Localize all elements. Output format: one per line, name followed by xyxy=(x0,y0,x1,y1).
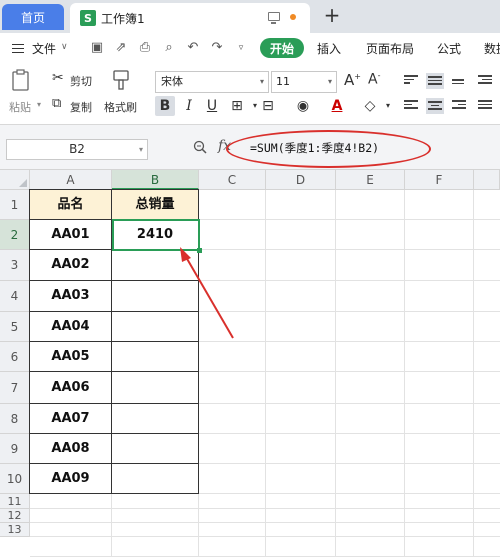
sheet-grid: ABCDEF 1 2 3 4 5 6 7 8 9 10 11 12 13 品名 总销量 AA01 2410 AA… xyxy=(0,170,500,557)
justify-icon[interactable] xyxy=(478,100,492,111)
chevron-down-icon[interactable]: ∨ xyxy=(61,42,68,52)
annotation-ellipse xyxy=(226,130,431,168)
border-icon[interactable]: ⊞ xyxy=(227,96,247,116)
align-right-icon[interactable] xyxy=(452,100,466,111)
print-icon[interactable]: ⎙ xyxy=(138,41,152,55)
undo-icon[interactable]: ↶ xyxy=(186,41,200,55)
underline-button[interactable]: U xyxy=(202,96,222,116)
copy-button[interactable]: 复制 xyxy=(70,99,92,115)
decrease-font-icon[interactable]: A- xyxy=(368,71,380,88)
add-tab-button[interactable]: + xyxy=(320,4,344,28)
paste-dropdown-icon[interactable]: ▾ xyxy=(37,100,41,109)
fill-color-icon[interactable]: ◉ xyxy=(293,96,313,116)
chevron-down-icon: ▾ xyxy=(138,145,143,154)
name-box[interactable]: B2 ▾ xyxy=(6,139,148,160)
zoom-icon[interactable] xyxy=(193,140,207,154)
align-top-icon[interactable] xyxy=(404,75,418,86)
copy-icon[interactable]: ⧉ xyxy=(52,96,61,111)
paste-icon[interactable] xyxy=(10,68,32,92)
menu-formula[interactable]: 公式 xyxy=(437,40,461,57)
more-quick-access-icon[interactable]: ▿ xyxy=(234,41,248,55)
cut-button[interactable]: 剪切 xyxy=(70,73,92,89)
save-icon[interactable]: ▣ xyxy=(90,41,104,55)
font-size-select[interactable]: 11 ▾ xyxy=(271,71,337,93)
spreadsheet-icon: S xyxy=(80,10,96,26)
chevron-down-icon[interactable]: ▾ xyxy=(378,96,398,116)
formula-bar: B2 ▾ fx =SUM(季度1:季度4!B2) xyxy=(0,125,500,170)
hamburger-icon[interactable] xyxy=(12,44,24,53)
export-icon[interactable]: ⇗ xyxy=(114,41,128,55)
format-painter-icon[interactable] xyxy=(111,68,131,92)
unsaved-dot-icon xyxy=(290,14,296,20)
ribbon: 粘贴 ▾ ✂ 剪切 ⧉ 复制 格式刷 宋体 ▾ 11 ▾ A+ A- B I U… xyxy=(0,63,500,125)
font-name-value: 宋体 xyxy=(161,75,183,88)
font-name-select[interactable]: 宋体 ▾ xyxy=(155,71,269,93)
clear-format-icon[interactable]: ◇ xyxy=(360,96,380,116)
font-size-value: 11 xyxy=(276,75,290,88)
font-color-icon[interactable]: A xyxy=(327,96,347,116)
bold-button[interactable]: B xyxy=(155,96,175,116)
italic-button[interactable]: I xyxy=(179,96,199,116)
scissors-icon[interactable]: ✂ xyxy=(52,70,64,86)
menu-bar: 文件 ∨ ▣ ⇗ ⎙ ⌕ ↶ ↷ ▿ 开始 插入 页面布局 公式 数据 xyxy=(0,33,500,63)
menu-file[interactable]: 文件 xyxy=(32,40,56,57)
increase-font-icon[interactable]: A+ xyxy=(344,71,361,89)
menu-insert[interactable]: 插入 xyxy=(317,40,341,57)
name-box-value: B2 xyxy=(69,142,85,156)
paste-button[interactable]: 粘贴 xyxy=(9,99,31,115)
menu-data[interactable]: 数据 xyxy=(484,40,500,57)
annotation-arrow xyxy=(180,247,234,339)
tab-home[interactable]: 首页 xyxy=(2,4,64,30)
align-left-icon[interactable] xyxy=(404,100,418,111)
menu-page-layout[interactable]: 页面布局 xyxy=(366,40,414,57)
indent-icon[interactable] xyxy=(478,75,492,86)
chevron-down-icon: ▾ xyxy=(327,77,332,86)
menu-start[interactable]: 开始 xyxy=(260,38,304,58)
align-bottom-icon[interactable] xyxy=(452,79,466,90)
cell-style-icon[interactable]: ⊟ xyxy=(258,96,278,116)
tab-workbook[interactable]: S 工作簿1 xyxy=(70,3,310,33)
redo-icon[interactable]: ↷ xyxy=(210,41,224,55)
chevron-down-icon: ▾ xyxy=(259,77,264,86)
tab-bar: 首页 S 工作簿1 + xyxy=(0,0,500,33)
monitor-icon[interactable] xyxy=(268,12,280,24)
align-center-icon[interactable] xyxy=(426,98,444,114)
workbook-title: 工作簿1 xyxy=(101,11,145,26)
print-preview-icon[interactable]: ⌕ xyxy=(162,41,176,55)
format-painter-button[interactable]: 格式刷 xyxy=(104,99,137,115)
align-middle-icon[interactable] xyxy=(426,73,444,89)
